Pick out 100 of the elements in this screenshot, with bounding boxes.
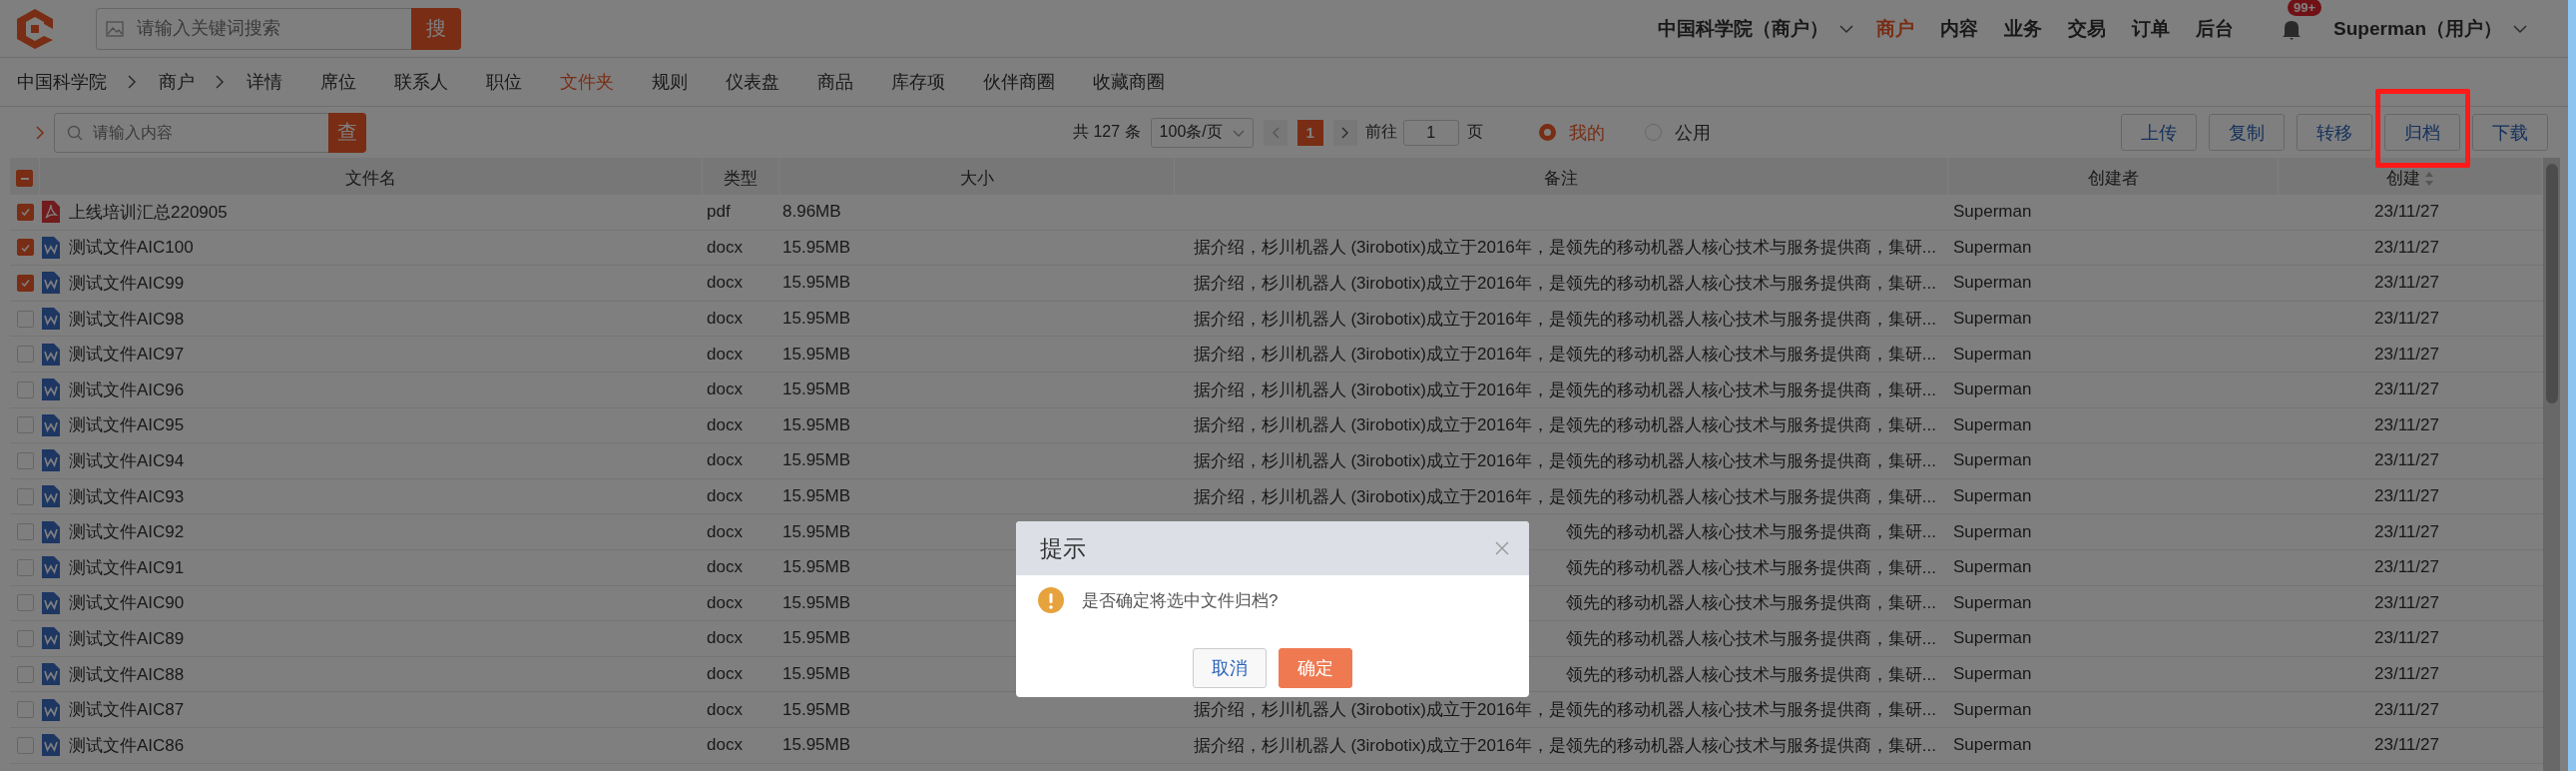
column-header[interactable]: 创建	[2386, 167, 2420, 190]
word-file-icon	[42, 379, 60, 401]
nav-item[interactable]: 业务	[2004, 15, 2043, 42]
page-size-select[interactable]: 100条/页	[1150, 117, 1254, 148]
confirm-button[interactable]: 确定	[1279, 648, 1352, 688]
row-checkbox[interactable]	[16, 701, 34, 719]
row-checkbox[interactable]	[16, 523, 34, 541]
table-cell: 15.95MB	[782, 592, 851, 613]
row-checkbox[interactable]	[16, 451, 34, 469]
tab[interactable]: 联系人	[394, 70, 448, 94]
column-header[interactable]: 备注	[1544, 167, 1578, 190]
scrollbar-thumb[interactable]	[2545, 164, 2558, 403]
file-name[interactable]: 测试文件AIC96	[69, 378, 185, 401]
nav-item[interactable]: 订单	[2132, 15, 2171, 42]
radio-button[interactable]	[1644, 124, 1662, 141]
table-cell: docx	[707, 592, 743, 613]
radio-label[interactable]: 公用	[1674, 120, 1711, 145]
row-checkbox[interactable]	[16, 381, 34, 398]
file-name[interactable]: 测试文件AIC91	[69, 555, 185, 579]
next-page-button[interactable]	[1332, 119, 1357, 146]
tab[interactable]: 伙伴商圈	[983, 70, 1055, 94]
query-button[interactable]: 查	[328, 112, 366, 153]
file-name[interactable]: 测试文件AIC88	[69, 662, 185, 686]
user-menu[interactable]: Superman（用户）	[2333, 15, 2502, 42]
column-header[interactable]: 创建者	[2087, 167, 2139, 190]
row-checkbox[interactable]	[16, 665, 34, 683]
row-checkbox[interactable]	[16, 629, 34, 647]
scrollbar[interactable]	[2543, 158, 2560, 771]
toolbar-button[interactable]: 归档	[2384, 114, 2460, 151]
sort-icon[interactable]	[2424, 170, 2434, 187]
pdf-file-icon	[42, 201, 60, 224]
file-name[interactable]: 测试文件AIC97	[69, 343, 185, 367]
toolbar-button[interactable]: 下载	[2472, 114, 2548, 151]
search-button[interactable]: 搜	[411, 7, 461, 50]
tab[interactable]: 文件夹	[560, 70, 614, 94]
row-checkbox[interactable]	[16, 275, 34, 292]
file-name[interactable]: 测试文件AIC89	[69, 626, 185, 650]
table-cell: 23/11/27	[2374, 309, 2439, 330]
toolbar-button[interactable]: 复制	[2209, 114, 2285, 151]
table-cell: docx	[707, 344, 743, 365]
file-name[interactable]: 测试文件AIC98	[69, 307, 185, 331]
table-cell: 15.95MB	[782, 273, 851, 294]
nav-item[interactable]: 后台	[2196, 15, 2235, 42]
file-name[interactable]: 测试文件AIC87	[69, 698, 185, 722]
table-cell: 23/11/27	[2374, 414, 2439, 435]
tab[interactable]: 席位	[320, 70, 356, 94]
nav-item[interactable]: 交易	[2068, 15, 2107, 42]
checkmark-icon	[19, 242, 31, 253]
row-checkbox[interactable]	[16, 736, 34, 754]
tab[interactable]: 规则	[652, 70, 688, 94]
search-field[interactable]: 请输入关键词搜索	[96, 7, 411, 50]
column-header[interactable]: 文件名	[345, 167, 396, 190]
row-checkbox[interactable]	[16, 487, 34, 505]
nav-item[interactable]: 内容	[1940, 15, 1979, 42]
file-name[interactable]: 上线培训汇总220905	[69, 200, 228, 224]
table-cell: Superman	[1953, 557, 2032, 578]
row-checkbox[interactable]	[16, 558, 34, 576]
file-name[interactable]: 测试文件AIC100	[69, 236, 194, 260]
file-name[interactable]: 测试文件AIC93	[69, 484, 185, 508]
word-file-icon	[42, 272, 60, 295]
file-name[interactable]: 测试文件AIC99	[69, 272, 185, 295]
breadcrumb-item[interactable]: 商户	[159, 70, 195, 94]
file-name[interactable]: 测试文件AIC86	[69, 733, 185, 757]
row-checkbox[interactable]	[16, 239, 34, 257]
toolbar-button[interactable]: 转移	[2297, 114, 2372, 151]
radio-label[interactable]: 我的	[1568, 120, 1605, 145]
file-name[interactable]: 测试文件AIC94	[69, 448, 185, 472]
row-checkbox[interactable]	[16, 594, 34, 612]
tab[interactable]: 仪表盘	[726, 70, 779, 94]
select-all-checkbox[interactable]	[16, 170, 33, 187]
organization-menu[interactable]: 中国科学院（商户）	[1658, 15, 1829, 42]
file-name[interactable]: 测试文件AIC92	[69, 520, 185, 544]
table-cell-text: 领先的移动机器人核心技术与服务提供商，集研...	[1565, 556, 1936, 579]
column-header[interactable]: 大小	[959, 167, 994, 190]
cancel-button[interactable]: 取消	[1193, 648, 1267, 688]
word-file-icon	[42, 663, 60, 685]
radio-button[interactable]	[1538, 124, 1556, 141]
nav-item[interactable]: 商户	[1876, 15, 1915, 42]
row-checkbox[interactable]	[16, 346, 34, 364]
tab[interactable]: 商品	[817, 70, 853, 94]
tab[interactable]: 职位	[486, 70, 522, 94]
page-number[interactable]: 1	[1296, 119, 1323, 146]
tab[interactable]: 详情	[247, 70, 282, 94]
row-checkbox[interactable]	[16, 416, 34, 434]
column-header[interactable]: 类型	[724, 167, 758, 190]
breadcrumb-item[interactable]: 中国科学院	[17, 70, 107, 94]
close-icon[interactable]	[1495, 541, 1509, 555]
chevron-right-icon[interactable]	[33, 125, 47, 140]
row-checkbox[interactable]	[16, 203, 34, 221]
tab[interactable]: 库存项	[891, 70, 945, 94]
row-checkbox[interactable]	[16, 310, 34, 328]
file-name[interactable]: 测试文件AIC90	[69, 591, 185, 615]
page-input[interactable]: 1	[1402, 119, 1459, 146]
previous-page-button[interactable]	[1263, 119, 1288, 146]
table-cell: Superman	[1953, 735, 2032, 756]
tab[interactable]: 收藏商圈	[1093, 70, 1165, 94]
toolbar-button[interactable]: 上传	[2121, 114, 2197, 151]
filter-field[interactable]: 请输入内容	[54, 112, 328, 153]
file-name[interactable]: 测试文件AIC95	[69, 413, 185, 437]
table-cell-text: 据介绍，杉川机器人 (3irobotix)成立于2016年，是领先的移动机器人核心技术与服务提供商，集研...	[1193, 414, 1936, 437]
